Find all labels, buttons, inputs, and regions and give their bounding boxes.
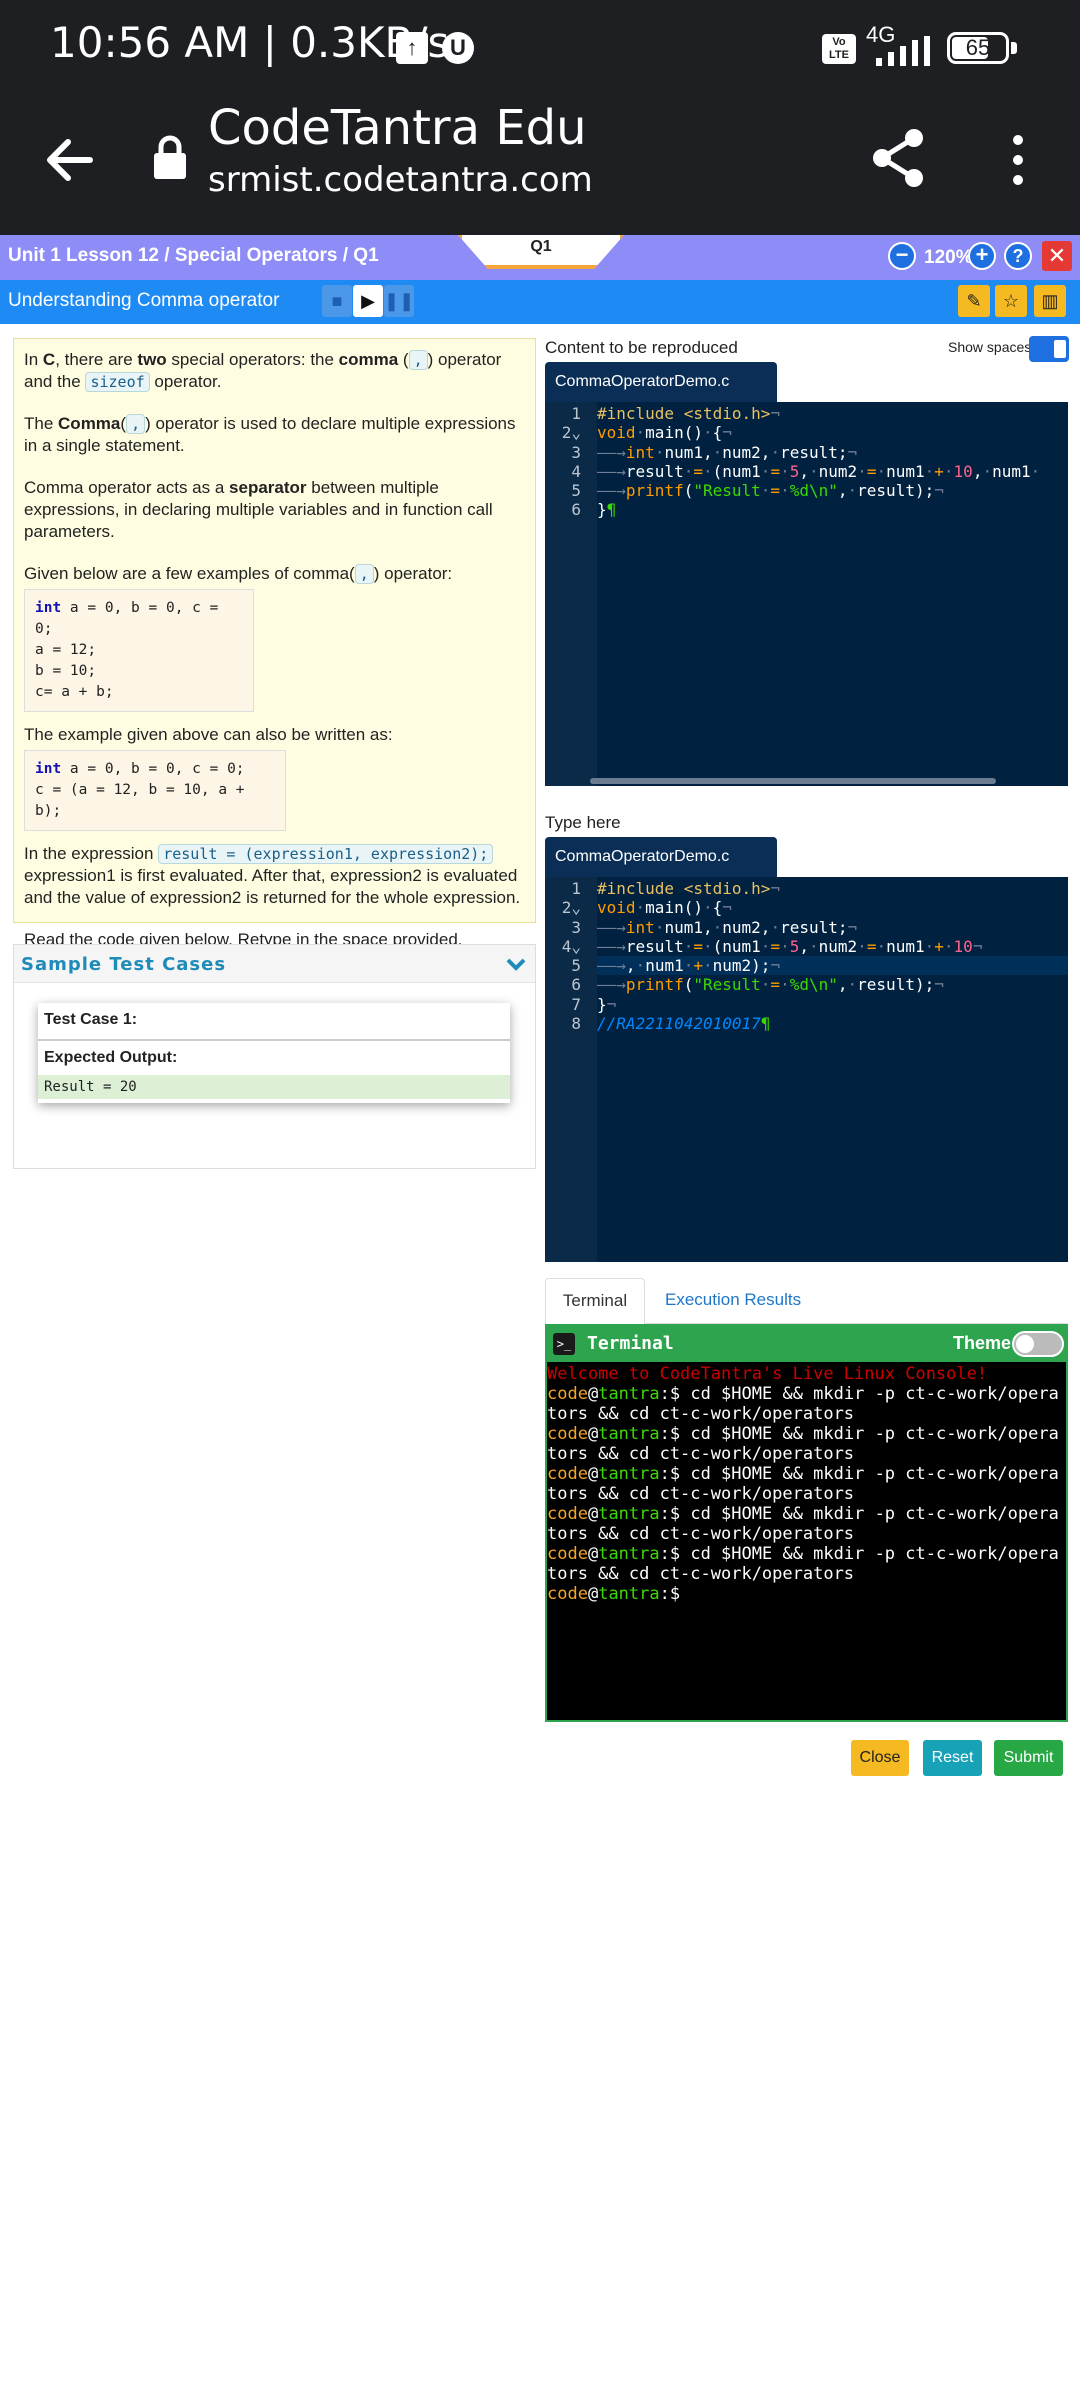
sample-test-cases-header[interactable]: Sample Test Cases [14,945,535,983]
volte-icon: Vo LTE [822,34,856,64]
battery-icon: 65 [947,32,1009,64]
reference-code: 1 #include <stdio.h>¬ 2⌄ void·main()·{¬ 3—… [561,404,1041,520]
description-paragraph: In C, there are two special operators: t… [24,350,502,392]
reference-file-tab: CommaOperatorDemo.c [545,362,777,402]
description-paragraph: The Comma(,) operator is used to declare… [24,414,516,455]
tab-execution-results[interactable]: Execution Results [665,1278,801,1322]
pause-button[interactable]: ❚❚ [384,285,414,317]
description-paragraph: In the expression result = (expression1,… [24,844,521,907]
battery-tip [1011,42,1017,54]
terminal-header: >_ Terminal Theme [547,1326,1066,1362]
theme-toggle[interactable] [1012,1331,1064,1357]
reset-button[interactable]: Reset [923,1740,982,1776]
test-case-card: Test Case 1: Expected Output: Result = 2… [38,1003,510,1103]
zoom-level: 120% [924,247,973,268]
star-icon[interactable]: ☆ [995,285,1027,317]
typing-file-tab: CommaOperatorDemo.c [545,837,777,877]
lock-icon [154,135,186,179]
terminal-output[interactable]: Welcome to CodeTantra's Live Linux Conso… [547,1364,1066,1720]
terminal-line: code@tantra:$ cd $HOME && mkdir -p ct-c-… [547,1504,1059,1544]
sample-test-cases: Sample Test Cases Test Case 1: Expected … [13,944,536,1169]
zoom-in-button[interactable]: + [968,242,996,270]
edit-icon[interactable]: ✎ [958,285,990,317]
breadcrumb: Unit 1 Lesson 12 / Special Operators / Q… [8,245,379,266]
share-icon[interactable] [870,128,926,188]
divider [38,1039,510,1041]
play-button[interactable]: ▶ [353,285,383,317]
description-paragraph: Given below are a few examples of comma(… [24,564,453,584]
reference-editor: 1 #include <stdio.h>¬ 2⌄ void·main()·{¬ 3—… [545,402,1068,786]
test-case-title: Test Case 1: [44,1011,138,1028]
reference-label: Content to be reproduced [545,338,738,357]
terminal-panel[interactable]: >_ Terminal Theme Welcome to CodeTantra'… [545,1324,1068,1722]
zoom-out-button[interactable]: − [888,242,916,270]
terminal-line: code@tantra:$ cd $HOME && mkdir -p ct-c-… [547,1384,1059,1424]
terminal-prompt[interactable]: code@tantra:$ [547,1584,1066,1604]
stats-icon[interactable]: ▥ [1034,285,1066,317]
status-time-speed: 10:56 AM | 0.3KB/s [50,18,450,67]
lesson-title: Understanding Comma operator [8,290,280,311]
status-bar: 10:56 AM | 0.3KB/s ↑ U Vo LTE 4G 65 [0,0,1080,95]
more-options-icon[interactable] [1000,132,1036,188]
lesson-description: In C, there are two special operators: t… [13,338,536,949]
sample-test-cases-title: Sample Test Cases [21,954,227,975]
site-title: CodeTantra Edu [208,100,587,156]
close-question-button[interactable]: ✕ [1042,241,1072,271]
tab-terminal[interactable]: Terminal [545,1278,645,1325]
terminal-title: Terminal [587,1333,674,1354]
submit-button[interactable]: Submit [994,1740,1063,1776]
battery-level: 65 [965,35,991,60]
stop-button[interactable]: ■ [322,285,352,317]
code-example: int a = 0, b = 0, c = 0; a = 12; b = 10;… [24,589,254,712]
signal-icon [876,36,930,66]
description-paragraph: Comma operator acts as a separator betwe… [24,478,493,541]
typing-editor[interactable]: 1 #include <stdio.h>¬ 2⌄ void·main()·{¬ 3—… [545,877,1068,1262]
code-example: int a = 0, b = 0, c = 0; c = (a = 12, b … [24,750,286,831]
terminal-welcome: Welcome to CodeTantra's Live Linux Conso… [547,1364,988,1384]
terminal-line: code@tantra:$ cd $HOME && mkdir -p ct-c-… [547,1544,1059,1584]
terminal-line: code@tantra:$ cd $HOME && mkdir -p ct-c-… [547,1464,1059,1504]
expected-output-value: Result = 20 [38,1075,510,1099]
site-url[interactable]: srmist.codetantra.com [208,160,593,200]
horizontal-scrollbar[interactable] [590,778,996,784]
show-spaces-label: Show spaces [948,339,1032,355]
help-button[interactable]: ? [1004,242,1032,270]
vpn-icon: U [442,32,474,64]
chevron-down-icon[interactable] [505,953,527,975]
terminal-icon: >_ [553,1333,575,1355]
expected-output-label: Expected Output: [44,1049,178,1066]
typed-code[interactable]: 1 #include <stdio.h>¬ 2⌄ void·main()·{¬ 3—… [545,879,1068,1033]
output-tabs: Terminal Execution Results [545,1278,1068,1325]
terminal-line: code@tantra:$ cd $HOME && mkdir -p ct-c-… [547,1424,1059,1464]
theme-label: Theme [953,1333,1012,1353]
toggle-knob [1054,340,1066,358]
back-arrow-icon[interactable] [40,130,100,190]
type-here-label: Type here [545,813,621,832]
close-button[interactable]: Close [851,1740,909,1776]
upload-icon: ↑ [396,32,428,64]
description-paragraph: The example given above can also be writ… [24,725,393,744]
